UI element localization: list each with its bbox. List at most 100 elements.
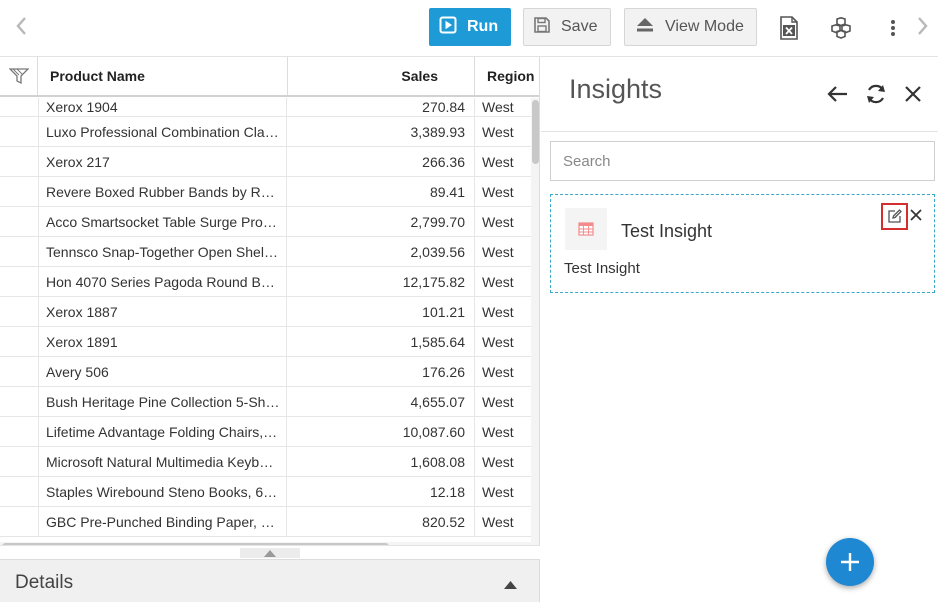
- back-arrow-icon[interactable]: [825, 81, 851, 107]
- product-name-cell: Xerox 1891: [46, 333, 118, 350]
- region-cell: West: [482, 333, 514, 350]
- product-name-cell: Xerox 1904: [46, 99, 118, 115]
- caret-up-icon: [264, 549, 276, 557]
- product-name-cell: Microsoft Natural Multimedia Keyboard: [46, 453, 280, 470]
- sales-cell: 4,655.07: [288, 387, 475, 416]
- sales-cell: 12,175.82: [288, 267, 475, 296]
- sales-cell: 2,039.56: [288, 237, 475, 266]
- product-name-cell: Revere Boxed Rubber Bands by Revere: [46, 183, 280, 200]
- run-label: Run: [467, 18, 499, 35]
- chevron-left-icon[interactable]: [12, 14, 32, 38]
- table-row[interactable]: Xerox 1887 101.21 West: [0, 297, 531, 327]
- kebab-menu-icon[interactable]: [880, 14, 906, 42]
- table-icon: [578, 222, 594, 236]
- close-icon[interactable]: [900, 81, 926, 107]
- region-cell: West: [482, 363, 514, 380]
- sales-cell: 266.36: [288, 147, 475, 176]
- filter-icon[interactable]: [0, 57, 38, 95]
- table-row[interactable]: Luxo Professional Combination Clamp-On L…: [0, 117, 531, 147]
- region-cell: West: [482, 183, 514, 200]
- region-cell: West: [482, 453, 514, 470]
- product-name-cell: Avery 506: [46, 363, 109, 380]
- sales-cell: 1,585.64: [288, 327, 475, 356]
- sales-cell: 1,608.08: [288, 447, 475, 476]
- save-button[interactable]: Save: [523, 8, 611, 46]
- table-row[interactable]: Xerox 1891 1,585.64 West: [0, 327, 531, 357]
- region-cell: West: [482, 513, 514, 530]
- refresh-icon[interactable]: [863, 81, 889, 107]
- region-cell: West: [482, 483, 514, 500]
- add-insight-button[interactable]: [826, 538, 874, 586]
- region-cell: West: [482, 99, 514, 115]
- insight-title: Test Insight: [621, 221, 713, 241]
- sales-cell: 10,087.60: [288, 417, 475, 446]
- region-cell: West: [482, 393, 514, 410]
- insight-thumbnail: [565, 208, 607, 250]
- divider: [541, 131, 938, 132]
- insight-card[interactable]: Test Insight Test Insight: [550, 194, 935, 293]
- cubes-icon[interactable]: [828, 14, 854, 42]
- eject-icon: [635, 16, 655, 39]
- plus-icon: [841, 553, 859, 571]
- sales-cell: 820.52: [288, 507, 475, 536]
- sales-cell: 89.41: [288, 177, 475, 206]
- product-name-cell: GBC Pre-Punched Binding Paper, Plastic: [46, 513, 280, 530]
- toolbar: Run Save View Mode: [0, 0, 938, 57]
- table-row[interactable]: Lifetime Advantage Folding Chairs, 4/Car…: [0, 417, 531, 447]
- table-row[interactable]: Bush Heritage Pine Collection 5-Shelf Bo…: [0, 387, 531, 417]
- product-name-cell: Hon 4070 Series Pagoda Round Back Stacki…: [46, 273, 280, 290]
- product-name-cell: Xerox 217: [46, 153, 110, 170]
- region-cell: West: [482, 243, 514, 260]
- caret-up-icon[interactable]: [504, 576, 517, 594]
- panel-splitter[interactable]: [0, 545, 540, 559]
- region-cell: West: [482, 123, 514, 140]
- table-row[interactable]: Microsoft Natural Multimedia Keyboard 1,…: [0, 447, 531, 477]
- edit-icon[interactable]: [881, 203, 908, 230]
- table-row[interactable]: Revere Boxed Rubber Bands by Revere 89.4…: [0, 177, 531, 207]
- column-header-region[interactable]: Region: [475, 57, 539, 95]
- run-button[interactable]: Run: [429, 8, 511, 46]
- column-header-product-name[interactable]: Product Name: [38, 57, 288, 95]
- region-cell: West: [482, 273, 514, 290]
- product-name-cell: Luxo Professional Combination Clamp-On L…: [46, 123, 280, 140]
- chevron-right-icon[interactable]: [912, 14, 932, 38]
- region-cell: West: [482, 213, 514, 230]
- view-mode-button[interactable]: View Mode: [624, 8, 757, 46]
- table-row[interactable]: Tennsco Snap-Together Open Shelving Unit…: [0, 237, 531, 267]
- table-row[interactable]: Hon 4070 Series Pagoda Round Back Stacki…: [0, 267, 531, 297]
- product-name-cell: Staples Wirebound Steno Books, 6 x 9: [46, 483, 280, 500]
- product-name-cell: Xerox 1887: [46, 303, 118, 320]
- splitter-handle[interactable]: [240, 548, 300, 558]
- vertical-scrollbar[interactable]: [531, 98, 539, 542]
- product-name-cell: Lifetime Advantage Folding Chairs, 4/Car…: [46, 423, 280, 440]
- insights-title: Insights: [569, 74, 663, 104]
- product-name-cell: Tennsco Snap-Together Open Shelving Unit…: [46, 243, 280, 260]
- column-header-sales[interactable]: Sales: [288, 57, 475, 95]
- region-cell: West: [482, 303, 514, 320]
- sales-cell: 270.84: [288, 98, 475, 116]
- view-mode-label: View Mode: [665, 18, 744, 35]
- grid-rows: Xerox 1904 270.84 West Luxo Professional…: [0, 98, 531, 537]
- details-title: Details: [15, 572, 74, 593]
- sales-cell: 3,389.93: [288, 117, 475, 146]
- vertical-scroll-thumb[interactable]: [532, 100, 539, 164]
- product-name-cell: Bush Heritage Pine Collection 5-Shelf Bo…: [46, 393, 280, 410]
- sales-cell: 2,799.70: [288, 207, 475, 236]
- table-row[interactable]: Avery 506 176.26 West: [0, 357, 531, 387]
- details-panel[interactable]: Details: [0, 559, 540, 602]
- table-row[interactable]: Xerox 1904 270.84 West: [0, 98, 531, 117]
- insight-description: Test Insight: [564, 260, 640, 277]
- play-icon: [439, 16, 457, 39]
- table-row[interactable]: Acco Smartsocket Table Surge Protector 2…: [0, 207, 531, 237]
- excel-export-icon[interactable]: [776, 14, 802, 42]
- table-row[interactable]: Xerox 217 266.36 West: [0, 147, 531, 177]
- remove-insight-icon[interactable]: [909, 206, 923, 224]
- table-row[interactable]: GBC Pre-Punched Binding Paper, Plastic 8…: [0, 507, 531, 537]
- search-input[interactable]: [550, 141, 935, 181]
- insights-panel: Insights Test Insight Test Insight: [541, 57, 938, 602]
- sales-cell: 101.21: [288, 297, 475, 326]
- sales-cell: 12.18: [288, 477, 475, 506]
- sales-cell: 176.26: [288, 357, 475, 386]
- table-row[interactable]: Staples Wirebound Steno Books, 6 x 9 12.…: [0, 477, 531, 507]
- product-name-cell: Acco Smartsocket Table Surge Protector: [46, 213, 280, 230]
